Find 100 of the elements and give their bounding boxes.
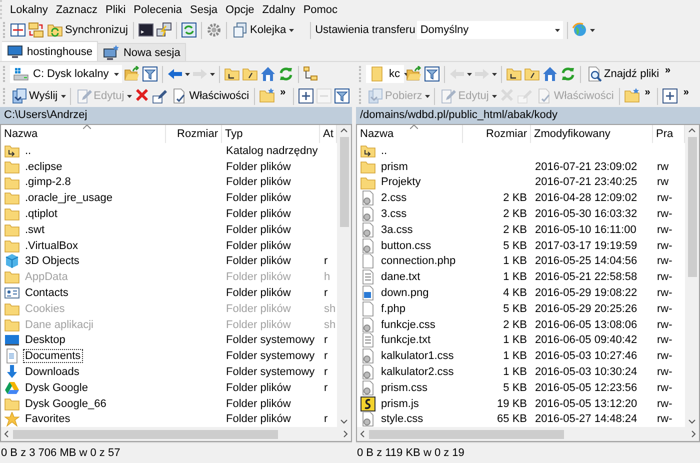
refresh-icon[interactable] <box>278 66 294 82</box>
file-name[interactable]: Dysk Google <box>23 380 90 395</box>
location-dropdown[interactable]: kc <box>366 65 404 83</box>
file-name[interactable]: style.css <box>379 412 426 426</box>
session-tab[interactable]: Nowa sesja <box>98 43 186 61</box>
new-folder-icon[interactable] <box>624 88 640 104</box>
scroll-up-icon[interactable] <box>340 127 348 135</box>
scroll-down-icon[interactable] <box>688 417 696 425</box>
file-name[interactable]: kalkulator2.css <box>379 365 456 380</box>
column-header[interactable]: Typ <box>222 125 320 143</box>
file-name[interactable]: .. <box>23 144 34 158</box>
menu-item[interactable]: Lokalny <box>6 4 52 16</box>
delete-icon[interactable] <box>134 88 150 104</box>
more-tools-button[interactable]: » <box>277 87 289 98</box>
file-name[interactable]: down.png <box>379 286 431 300</box>
file-name[interactable]: prism <box>379 160 410 174</box>
back-icon[interactable] <box>167 66 183 82</box>
parent-folder-icon[interactable] <box>506 66 522 82</box>
scroll-up-icon[interactable] <box>688 127 696 135</box>
file-name[interactable]: 2.css <box>379 191 409 206</box>
menu-item[interactable]: Pomoc <box>299 4 342 16</box>
new-folder-icon[interactable] <box>259 88 276 104</box>
file-name[interactable]: Documents <box>23 349 83 364</box>
file-name[interactable]: kalkulator1.css <box>379 349 456 364</box>
column-header[interactable]: Nazwa <box>357 125 463 143</box>
file-name[interactable]: funkcje.txt <box>379 333 433 348</box>
scroll-left-icon[interactable] <box>359 430 367 438</box>
caret-icon[interactable] <box>492 94 497 98</box>
file-name[interactable]: .gimp-2.8 <box>23 175 73 190</box>
synchronize-button[interactable]: Synchronizuj <box>46 20 129 40</box>
menu-item[interactable]: Sesja <box>186 4 222 16</box>
compare-icon[interactable] <box>10 22 26 38</box>
settings-icon[interactable] <box>206 22 222 38</box>
file-name[interactable]: .swt <box>23 222 47 237</box>
file-name[interactable]: Projekty <box>379 175 423 190</box>
menu-item[interactable]: Zdalny <box>258 4 300 16</box>
caret-icon[interactable] <box>185 72 190 76</box>
more-tools-button[interactable]: » <box>662 65 674 76</box>
horizontal-scrollbar[interactable] <box>357 427 699 441</box>
filter-icon[interactable] <box>424 66 440 82</box>
more-tools-button[interactable]: » <box>680 87 692 98</box>
caret-icon[interactable] <box>590 28 596 32</box>
file-name[interactable]: dane.txt <box>379 270 422 284</box>
file-name[interactable]: Dysk Google_66 <box>23 396 108 411</box>
caret-icon[interactable] <box>492 72 497 76</box>
column-header[interactable]: Rozmiar <box>166 125 222 143</box>
horizontal-scrollbar[interactable] <box>1 427 351 441</box>
menu-item[interactable]: Opcje <box>222 4 258 16</box>
file-name[interactable]: 3a.css <box>379 222 415 237</box>
caret-icon[interactable] <box>467 72 472 76</box>
menu-item[interactable]: Polecenia <box>130 4 186 16</box>
caret-icon[interactable] <box>289 28 294 32</box>
rename-icon[interactable] <box>152 88 168 104</box>
file-name[interactable]: .qtiplot <box>23 207 60 222</box>
transfer-settings-dropdown[interactable]: Domyślny <box>417 21 564 39</box>
vertical-scrollbar[interactable] <box>337 125 351 427</box>
file-name[interactable]: button.css <box>379 238 434 253</box>
upload-button[interactable]: Wyślij <box>10 86 59 106</box>
file-name[interactable]: .eclipse <box>23 160 64 174</box>
queue-button[interactable]: Kolejka <box>230 20 288 40</box>
column-header[interactable]: Zmodyfikowany <box>531 125 653 143</box>
sync-browse-icon[interactable] <box>180 22 197 38</box>
more-tools-button[interactable]: » <box>642 87 654 98</box>
file-name[interactable]: .VirtualBox <box>23 238 80 253</box>
refresh-icon[interactable] <box>560 66 576 82</box>
properties-button[interactable]: Właściwości <box>170 86 250 106</box>
caret-icon[interactable] <box>127 94 132 98</box>
file-name[interactable]: Downloads <box>23 365 82 380</box>
select-icon[interactable] <box>298 88 314 104</box>
file-name[interactable]: 3.css <box>379 207 409 222</box>
session-tab[interactable]: hostinghouse <box>2 41 98 61</box>
vertical-scrollbar[interactable] <box>685 125 699 427</box>
parent-folder-icon[interactable] <box>224 66 240 82</box>
file-name[interactable]: prism.js <box>379 396 421 411</box>
home-icon[interactable] <box>260 66 276 82</box>
file-name[interactable]: .oracle_jre_usage <box>23 191 114 206</box>
scroll-left-icon[interactable] <box>3 430 11 438</box>
caret-icon[interactable] <box>114 72 119 76</box>
tree-icon[interactable] <box>303 66 319 82</box>
file-name[interactable]: prism.css <box>379 380 430 395</box>
select-icon[interactable] <box>662 88 678 104</box>
caret-icon[interactable] <box>60 94 66 98</box>
scrollbar-thumb[interactable] <box>13 430 278 438</box>
computers-icon[interactable] <box>156 22 172 38</box>
find-files-button[interactable]: Znajdź pliki <box>585 64 660 84</box>
file-name[interactable]: .. <box>379 144 390 158</box>
filter-icon[interactable] <box>142 66 158 82</box>
home-icon[interactable] <box>542 66 558 82</box>
column-header[interactable]: Rozmiar <box>463 125 531 143</box>
scroll-right-icon[interactable] <box>689 430 697 438</box>
file-name[interactable]: Favorites <box>23 412 72 426</box>
menu-item[interactable]: Pliki <box>102 4 130 16</box>
menu-item[interactable]: Zaznacz <box>52 4 102 16</box>
file-name[interactable]: Desktop <box>23 333 68 348</box>
column-header[interactable]: Nazwa <box>1 125 166 143</box>
root-folder-icon[interactable] <box>242 66 258 82</box>
file-name[interactable]: connection.php <box>379 254 458 268</box>
scrollbar-thumb[interactable] <box>340 137 348 227</box>
file-name[interactable]: Contacts <box>23 286 70 300</box>
location-dropdown[interactable]: C: Dysk lokalny <box>10 65 122 83</box>
